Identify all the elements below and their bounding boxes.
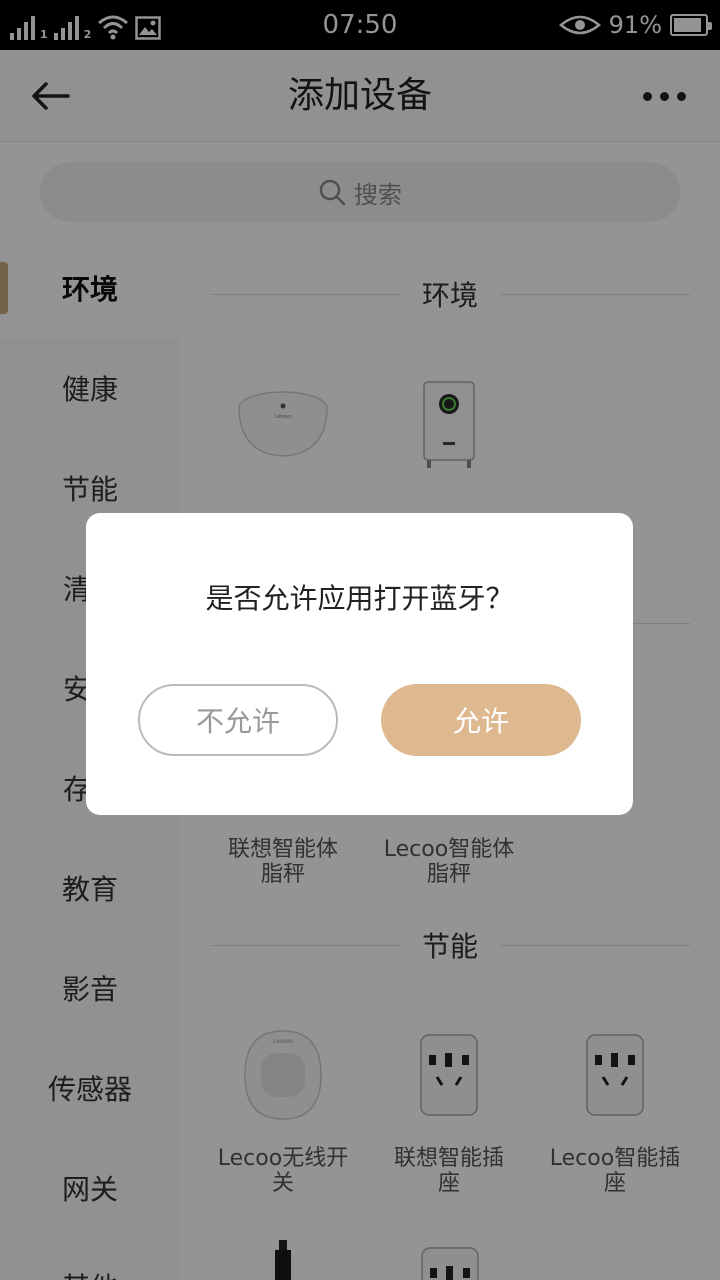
dialog-message: 是否允许应用打开蓝牙？	[205, 582, 514, 615]
bluetooth-permission-dialog: 是否允许应用打开蓝牙？ 不允许 允许	[86, 513, 633, 815]
allow-button[interactable]: 允许	[381, 684, 581, 756]
deny-button[interactable]: 不允许	[138, 684, 338, 756]
